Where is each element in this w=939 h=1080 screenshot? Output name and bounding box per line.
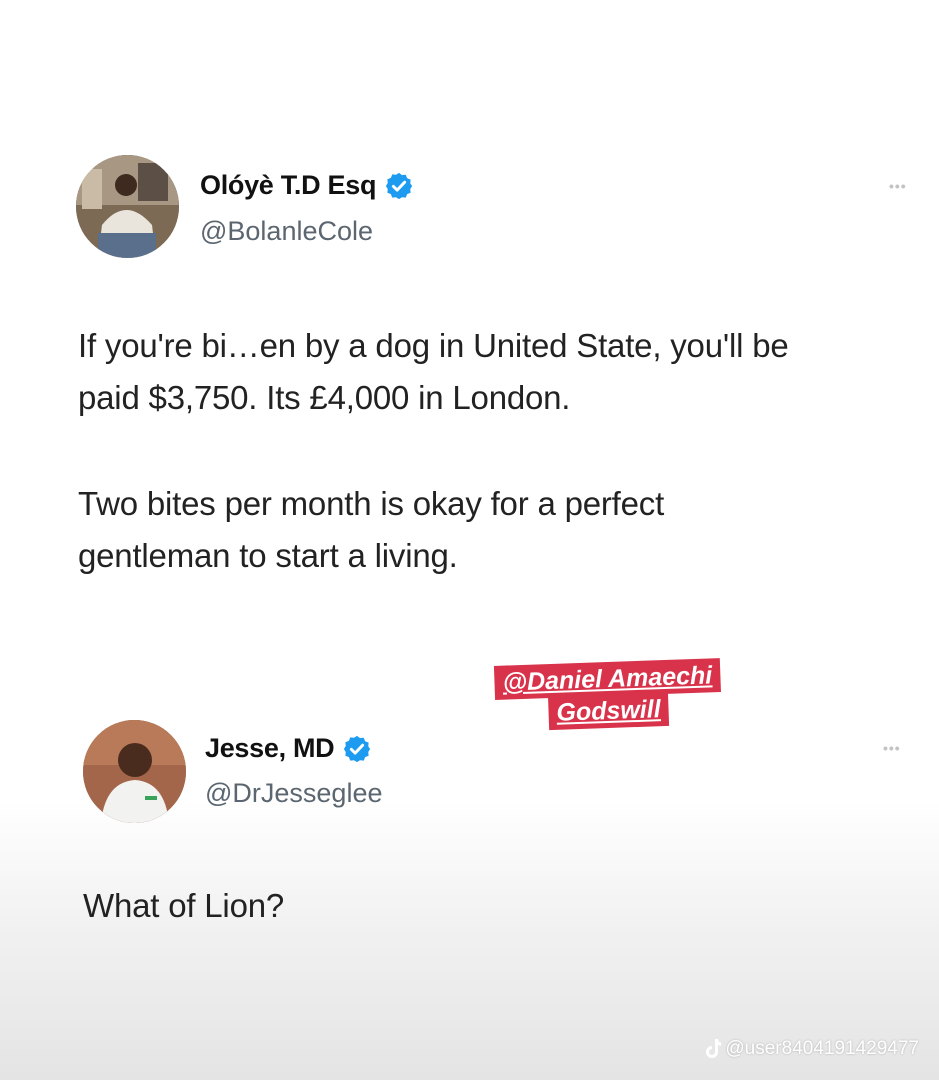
more-options-icon[interactable]: •••: [883, 740, 901, 756]
tweet-text-line: Two bites per month is okay for a perfec…: [78, 485, 665, 522]
tweet-text-line: gentleman to start a living.: [78, 537, 458, 574]
handle[interactable]: @DrJesseglee: [205, 778, 382, 809]
tiktok-watermark: @user8404191429477: [703, 1038, 919, 1060]
tiktok-username: @user8404191429477: [725, 1038, 919, 1059]
avatar-photo-icon: [76, 155, 179, 258]
username-sticker: @Daniel Amaechi Godswill: [456, 657, 760, 733]
display-name[interactable]: Jesse, MD: [205, 733, 335, 764]
verified-badge-icon: [386, 172, 413, 199]
more-options-icon[interactable]: •••: [889, 178, 907, 194]
handle[interactable]: @BolanleCole: [200, 216, 373, 247]
tweet-text-line: paid $3,750. Its £4,000 in London.: [78, 379, 571, 416]
tweet-text-line: If you're bi…en by a dog in United State…: [78, 327, 789, 364]
verified-badge-icon: [344, 735, 371, 762]
tweet-body: What of Lion?: [83, 887, 285, 924]
avatar-drjesseglee[interactable]: [83, 720, 186, 823]
avatar-photo-icon: [83, 720, 186, 823]
sticker-line-2: Godswill: [547, 691, 670, 731]
tweet-body: If you're bi…en by a dog in United State…: [78, 320, 789, 424]
tweet-body-paragraph-2: Two bites per month is okay for a perfec…: [78, 478, 664, 582]
avatar-bolanlecole[interactable]: [76, 155, 179, 258]
display-name[interactable]: Olóyè T.D Esq: [200, 170, 376, 201]
tiktok-icon: [706, 1039, 722, 1058]
